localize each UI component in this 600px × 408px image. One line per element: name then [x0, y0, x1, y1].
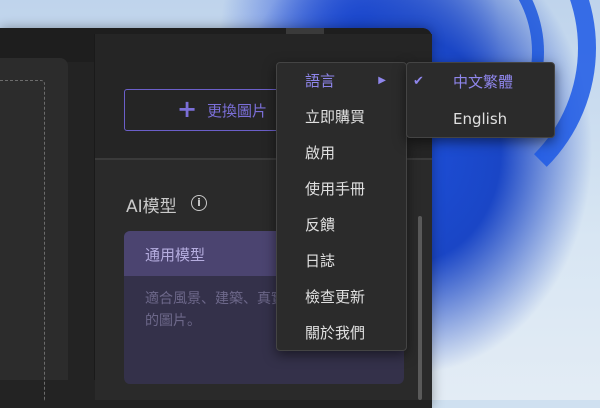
model-card-title: 通用模型 [145, 246, 206, 264]
scrollbar[interactable] [418, 216, 422, 400]
language-option-label: 中文繁體 [453, 73, 514, 91]
language-option-traditional-chinese[interactable]: ✔ 中文繁體 [407, 64, 554, 100]
menu-item-label: 語言 [305, 72, 336, 90]
menu-item-about-us[interactable]: 關於我們 [277, 315, 406, 351]
menu-item-language[interactable]: 語言 ▶ [277, 63, 406, 99]
language-submenu: ✔ 中文繁體 English [406, 62, 555, 138]
triangle-right-icon: ▶ [378, 75, 386, 86]
menu-item-logs[interactable]: 日誌 [277, 243, 406, 279]
language-option-english[interactable]: English [407, 101, 554, 137]
menu-item-buy-now[interactable]: 立即購買 [277, 99, 406, 135]
menu-item-user-manual[interactable]: 使用手冊 [277, 171, 406, 207]
main-dropdown-menu: 語言 ▶ 立即購買 啟用 使用手冊 反饋 日誌 檢查更新 關於我們 [276, 62, 407, 351]
info-icon[interactable]: i [191, 195, 207, 211]
menu-item-check-updates[interactable]: 檢查更新 [277, 279, 406, 315]
language-option-label: English [453, 110, 508, 128]
image-drop-area[interactable] [0, 80, 45, 401]
replace-image-label: 更換圖片 [207, 101, 268, 120]
model-card-description: 適合風景、建築、真實的圖片。 [145, 291, 285, 329]
menu-item-activate[interactable]: 啟用 [277, 135, 406, 171]
ai-model-title: AI模型 [126, 197, 177, 217]
checkmark-icon: ✔ [413, 74, 424, 89]
menu-item-feedback[interactable]: 反饋 [277, 207, 406, 243]
plus-icon: + [177, 95, 198, 123]
